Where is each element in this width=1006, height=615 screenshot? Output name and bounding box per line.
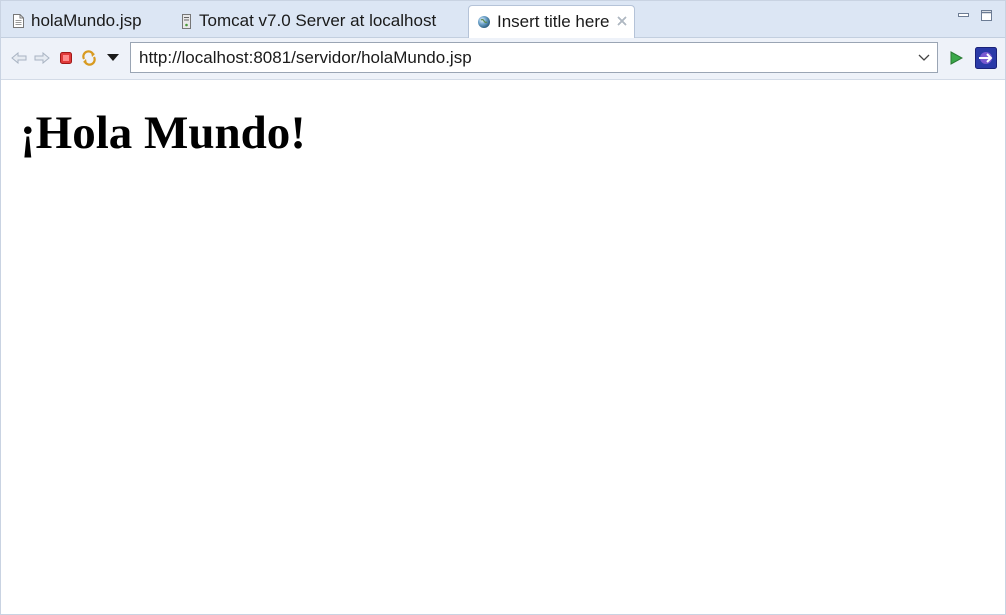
- tab-label: holaMundo.jsp: [31, 11, 142, 30]
- go-icon[interactable]: [948, 50, 964, 66]
- minimize-icon[interactable]: [957, 9, 969, 21]
- jsp-file-icon: [11, 13, 25, 29]
- refresh-icon[interactable]: [81, 50, 97, 66]
- page-heading: ¡Hola Mundo!: [20, 107, 306, 159]
- stop-icon[interactable]: [58, 50, 74, 66]
- chevron-down-icon[interactable]: [911, 54, 937, 62]
- tab-label: Insert title here: [497, 12, 610, 31]
- close-icon[interactable]: [617, 15, 627, 29]
- back-arrow-icon[interactable]: [11, 50, 27, 66]
- forward-arrow-icon[interactable]: [34, 50, 50, 66]
- tab-holamundo-jsp[interactable]: holaMundo.jsp: [3, 5, 163, 37]
- globe-icon: [477, 14, 491, 30]
- tab-tomcat-server[interactable]: Tomcat v7.0 Server at localhost: [171, 5, 461, 37]
- dropdown-menu-icon[interactable]: [105, 50, 121, 66]
- page-viewport: ¡Hola Mundo!: [2, 80, 1004, 614]
- url-bar[interactable]: [130, 42, 938, 73]
- server-icon: [179, 13, 193, 29]
- navigation-toolbar: [1, 38, 1005, 80]
- browser-window: holaMundo.jsp Tomcat v7.0 Server at loca…: [0, 0, 1006, 615]
- tab-insert-title-here[interactable]: Insert title here: [468, 5, 635, 38]
- maximize-icon[interactable]: [980, 9, 992, 21]
- browser-icon[interactable]: [975, 47, 997, 69]
- tab-label: Tomcat v7.0 Server at localhost: [199, 11, 437, 30]
- url-input[interactable]: [131, 43, 911, 72]
- tab-bar: holaMundo.jsp Tomcat v7.0 Server at loca…: [1, 1, 1005, 38]
